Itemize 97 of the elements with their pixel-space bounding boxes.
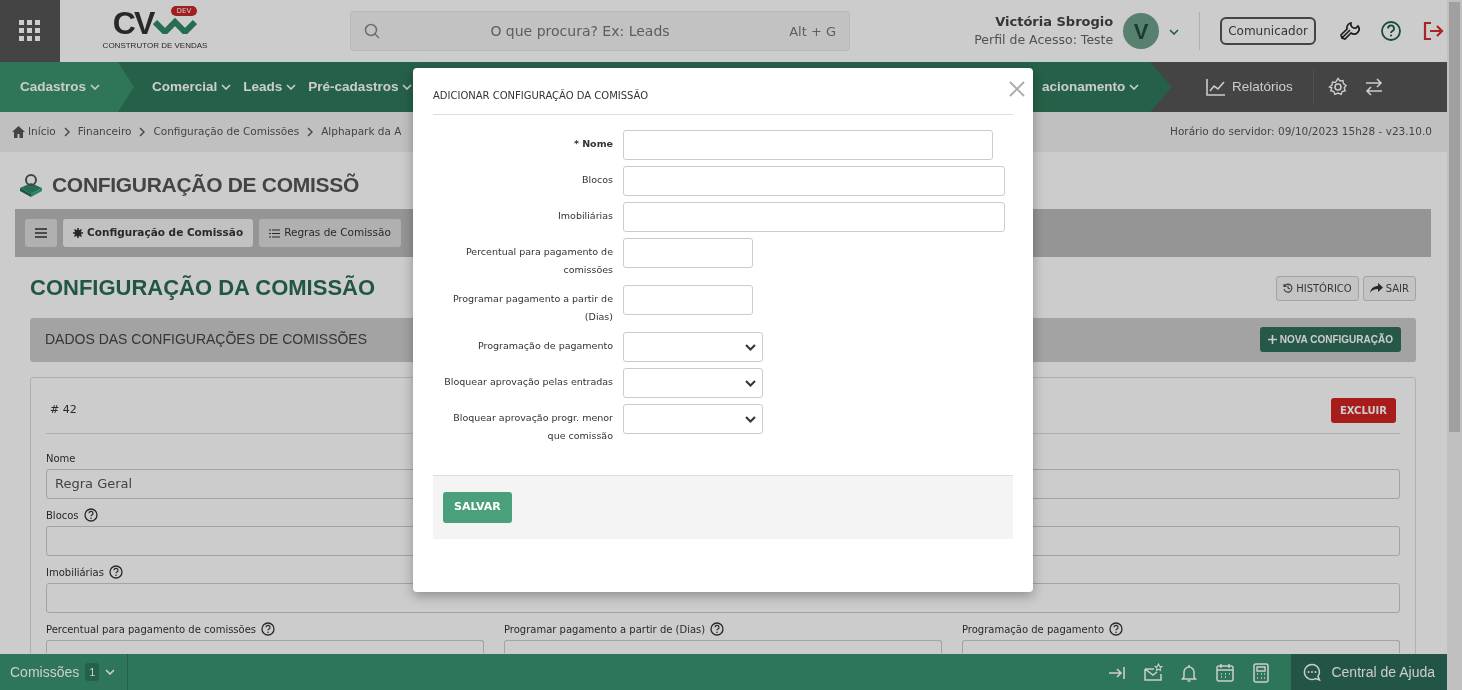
shortcut-hint: Alt + G: [789, 23, 836, 41]
help-icon[interactable]: [83, 508, 98, 523]
logo-subtitle: CONSTRUTOR DE VENDAS: [102, 40, 208, 52]
nav-menu-item[interactable]: acionamento: [1036, 62, 1146, 112]
list-icon: [269, 228, 281, 238]
panel-title: DADOS DAS CONFIGURAÇÕES DE COMISSÕES: [45, 330, 368, 350]
settings-icon[interactable]: [1327, 77, 1348, 97]
text-field[interactable]: [46, 639, 484, 653]
record-id: # 42: [50, 401, 77, 418]
field-label: Programação de pagamento: [476, 339, 613, 353]
new-configuration-button[interactable]: NOVA CONFIGURAÇÃO: [1259, 327, 1401, 353]
nav-menu-item[interactable]: Leads: [237, 62, 303, 112]
chevron-down-icon: [286, 84, 297, 90]
search-icon: [364, 23, 380, 39]
page-title: CONFIGURAÇÃO DE COMISSÕ: [52, 172, 359, 198]
field-label: Bloquear aprovação progr. menor que comissão: [452, 411, 613, 443]
breadcrumb-link[interactable]: Financeiro: [77, 124, 132, 140]
text-field[interactable]: [623, 202, 1005, 232]
chevron-down-icon: [1169, 28, 1180, 35]
text-field[interactable]: [623, 166, 1005, 196]
share-arrow-icon: [1369, 283, 1383, 294]
chevron-down-icon: [105, 669, 116, 675]
field-label: Percentual para pagamento de comissões: [46, 622, 257, 637]
field-label: Nome: [46, 451, 76, 466]
delete-button[interactable]: EXCLUIR: [1330, 397, 1396, 423]
text-field[interactable]: [504, 639, 942, 653]
chat-bubble-icon: [1303, 663, 1322, 681]
select-field[interactable]: [623, 404, 763, 434]
chevron-right-icon: [306, 127, 315, 137]
tab[interactable]: Regras de Comissão: [259, 219, 401, 248]
mail-star-icon: [1143, 662, 1164, 683]
select-field[interactable]: [623, 332, 763, 362]
calculator-icon: [1251, 662, 1272, 683]
chevron-right-icon: [138, 127, 147, 137]
action-button[interactable]: HISTÓRICO: [1276, 275, 1359, 301]
field-label: Programar pagamento a partir de (Dias): [452, 292, 613, 324]
field-label: Percentual para pagamento de comissões: [464, 245, 613, 277]
count-badge: 1: [85, 662, 100, 682]
chevron-down-icon: [745, 415, 756, 423]
field-label: Programação de pagamento: [962, 622, 1105, 637]
grid-icon: [19, 20, 41, 42]
chart-icon: [1206, 78, 1226, 96]
commissions-tab[interactable]: Comissões 1: [0, 654, 129, 690]
section-title: CONFIGURAÇÃO DA COMISSÃO: [30, 275, 376, 302]
chevron-down-icon: [90, 84, 101, 90]
field-label: Bloquear aprovação pelas entradas: [443, 375, 613, 389]
field-label: Programar pagamento a partir de (Dias): [504, 622, 706, 637]
chevron-down-icon: [745, 343, 756, 351]
apps-menu-button[interactable]: [0, 0, 60, 62]
help-icon[interactable]: [108, 565, 123, 580]
text-field[interactable]: [623, 238, 753, 268]
text-field[interactable]: [623, 285, 753, 315]
breadcrumb-link[interactable]: Alphapark da A: [321, 124, 402, 140]
breadcrumb-link[interactable]: Configuração de Comissões: [153, 124, 300, 140]
field-label: Imobiliárias: [557, 209, 613, 223]
communicator-button[interactable]: Comunicador: [1220, 17, 1316, 45]
scrollbar-thumb[interactable]: [1449, 2, 1460, 432]
field-label: Blocos: [581, 173, 613, 187]
help-icon[interactable]: [1380, 20, 1402, 42]
swap-icon[interactable]: [1363, 77, 1384, 97]
help-icon[interactable]: [710, 622, 725, 637]
logo-text: CV: [112, 6, 154, 40]
nav-menu-item[interactable]: Cadastros: [0, 62, 135, 112]
modal-title: ADICIONAR CONFIGURAÇÃO DA COMISSÃO: [433, 68, 1013, 115]
text-field[interactable]: [962, 639, 1400, 653]
select-field[interactable]: [623, 368, 763, 398]
save-button[interactable]: SALVAR: [443, 492, 512, 523]
user-name: Victória Sbrogio: [994, 12, 1114, 31]
wrench-icon[interactable]: [1338, 20, 1360, 42]
chevron-down-icon: [1129, 84, 1140, 90]
help-center-button[interactable]: Central de Ajuda: [1291, 654, 1447, 690]
action-button[interactable]: SAIR: [1362, 275, 1416, 301]
text-field[interactable]: [623, 130, 993, 160]
bell-icon: [1179, 662, 1200, 683]
home-icon[interactable]: [12, 126, 25, 138]
gear-icon: [73, 228, 83, 239]
history-icon: [1283, 283, 1294, 294]
chevron-right-icon: [62, 127, 71, 137]
field-label: * Nome: [572, 137, 613, 151]
menu-button[interactable]: [25, 219, 57, 248]
tab[interactable]: Configuração de Comissão: [63, 219, 254, 248]
close-icon: [1009, 80, 1025, 97]
breadcrumb-link[interactable]: Início: [28, 124, 56, 140]
logout-icon[interactable]: [1422, 20, 1444, 42]
chevron-down-icon: [221, 84, 232, 90]
server-time: Horário do servidor: 09/10/2023 15h28 - v23.10.0: [1170, 124, 1432, 140]
help-icon[interactable]: [261, 622, 276, 637]
nav-menu-item[interactable]: Comercial: [146, 62, 238, 112]
help-icon[interactable]: [1109, 622, 1124, 637]
calendar-icon: [1215, 662, 1236, 683]
field-label: Imobiliárias: [46, 565, 104, 580]
field-label: Blocos: [46, 508, 79, 523]
menu-icon: [35, 228, 47, 239]
plus-icon: [1267, 335, 1277, 345]
chevron-down-icon: [745, 379, 756, 387]
nav-menu-item[interactable]: Pré-cadastros: [302, 62, 419, 112]
user-profile: Perfil de Acesso: Teste: [974, 31, 1114, 50]
